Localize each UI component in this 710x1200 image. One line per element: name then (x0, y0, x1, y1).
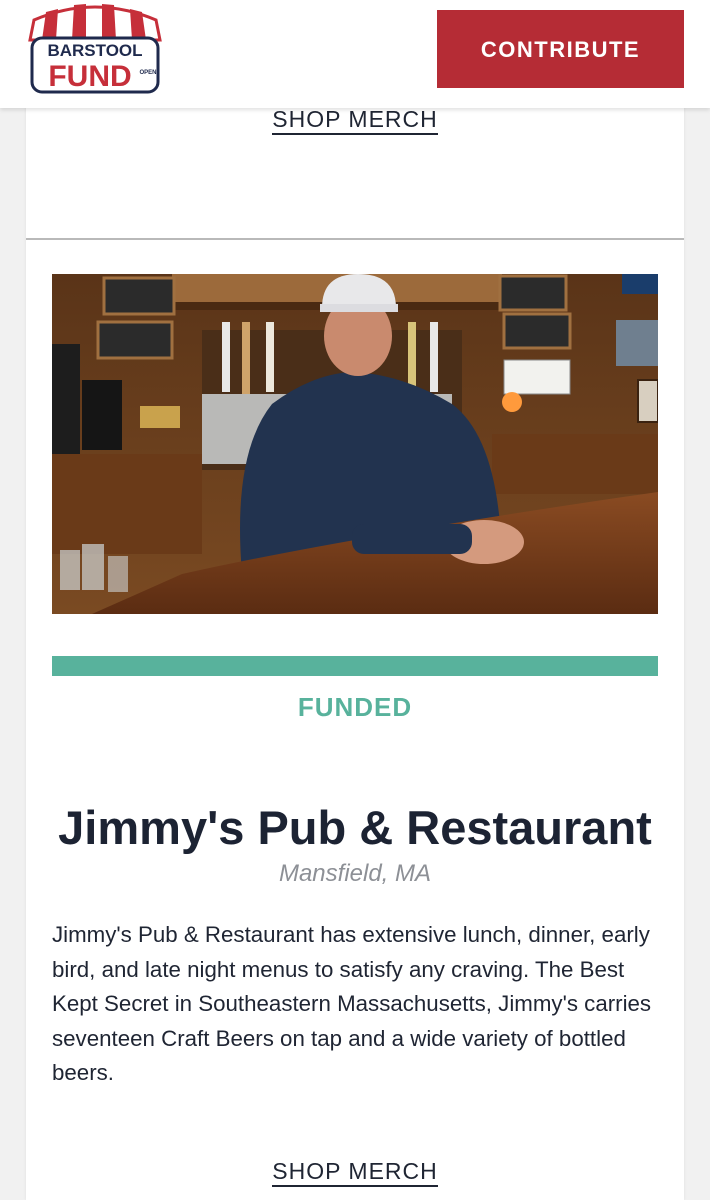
card-divider (26, 238, 684, 240)
shop-merch-link[interactable]: SHOP MERCH (26, 1158, 684, 1187)
logo-text-bottom: FUND (48, 60, 131, 93)
contribute-button[interactable]: CONTRIBUTE (437, 10, 684, 88)
shop-merch-label: SHOP MERCH (272, 1158, 438, 1187)
business-location: Mansfield, MA (278, 860, 432, 887)
logo-graphic: BARSTOOL FUND OPEN (28, 4, 162, 94)
barstool-fund-logo[interactable]: BARSTOOL FUND OPEN (24, 0, 166, 96)
business-description: Jimmy's Pub & Restaurant has extensive l… (52, 922, 652, 1085)
site-header: BARSTOOL FUND OPEN CONTRIBUTE (0, 0, 710, 108)
business-title: Jimmy's Pub & Restaurant (58, 801, 652, 854)
shop-merch-link-previous[interactable]: SHOP MERCH (26, 106, 684, 135)
funding-progress-bar (52, 656, 658, 676)
logo-text-top: BARSTOOL (47, 41, 142, 60)
logo-tag: OPEN (139, 70, 156, 76)
shop-merch-label: SHOP MERCH (272, 106, 438, 135)
funding-progress-fill (52, 656, 658, 676)
business-photo (52, 274, 658, 614)
pub-owner-photo (52, 274, 658, 614)
funded-status: FUNDED (297, 692, 413, 722)
business-card-list: SHOP MERCH FUNDED Jimmy's Pub & Restaura… (26, 100, 684, 1200)
